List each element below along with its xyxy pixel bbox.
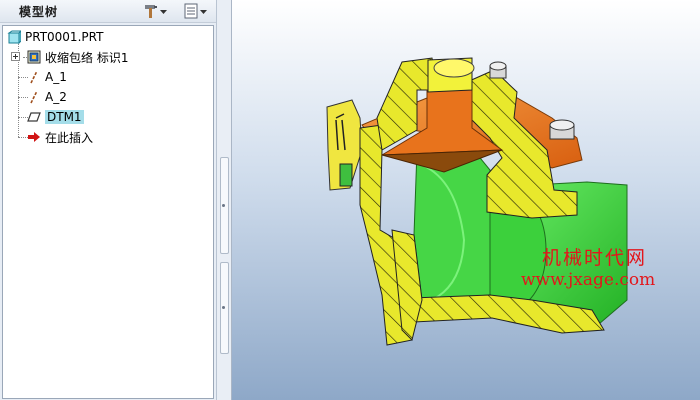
model-tree: PRT0001.PRT 收缩包络 标识1 A_1 A_2 DTM1 在此插入 bbox=[2, 25, 214, 399]
grip-dot-icon bbox=[222, 306, 225, 309]
tree-item-label: A_2 bbox=[45, 90, 67, 104]
tree-item-root[interactable]: PRT0001.PRT bbox=[7, 28, 103, 46]
bolt-top bbox=[489, 61, 507, 79]
inner-chamber bbox=[413, 147, 491, 301]
plus-icon bbox=[13, 54, 18, 59]
datum-plane-icon bbox=[27, 110, 41, 124]
watermark-text: 机械时代网 bbox=[542, 247, 648, 269]
datum-axis-icon bbox=[27, 90, 41, 104]
panel-header: 模型树 bbox=[0, 0, 216, 23]
bolt-right bbox=[549, 119, 575, 140]
expand-toggle[interactable] bbox=[11, 52, 20, 61]
panel-splitter[interactable] bbox=[217, 0, 232, 400]
datum-axis-icon bbox=[27, 70, 41, 84]
shrinkwrap-feature-icon bbox=[27, 50, 41, 64]
tree-settings-dropdown-button[interactable] bbox=[183, 2, 208, 19]
chevron-down-icon bbox=[160, 9, 167, 14]
valve-section-model[interactable] bbox=[232, 0, 700, 400]
left-port bbox=[339, 163, 353, 187]
panel-title: 模型树 bbox=[19, 5, 59, 19]
tree-item-label: PRT0001.PRT bbox=[25, 30, 104, 44]
grip-dot-icon bbox=[222, 204, 225, 207]
chevron-down-icon bbox=[200, 9, 207, 14]
watermark-url: www.jxage.com bbox=[521, 270, 656, 290]
tree-item-label: DTM1 bbox=[45, 110, 84, 124]
model-tree-panel: 模型树 PRT0001.PRT 收缩包络 标识1 A_1 A_2 DTM1 在此… bbox=[0, 0, 217, 400]
tree-item-a2[interactable]: A_2 bbox=[27, 88, 67, 106]
part-cube-icon bbox=[7, 29, 23, 45]
tree-item-dtm1[interactable]: DTM1 bbox=[27, 108, 84, 126]
tree-item-shrinkwrap[interactable]: 收缩包络 标识1 bbox=[27, 48, 128, 66]
tree-item-label: 收缩包络 标识1 bbox=[45, 50, 129, 65]
cap-top-face bbox=[433, 58, 475, 78]
tree-item-a1[interactable]: A_1 bbox=[27, 68, 67, 86]
tree-item-insert-here[interactable]: 在此插入 bbox=[27, 128, 93, 146]
tools-hammer-icon bbox=[145, 4, 157, 18]
tree-settings-icon bbox=[184, 3, 198, 18]
tree-item-label: A_1 bbox=[45, 70, 67, 84]
tools-dropdown-button[interactable] bbox=[143, 2, 168, 19]
graphics-window[interactable]: 机械时代网 www.jxage.com bbox=[232, 0, 700, 400]
insert-here-arrow-icon bbox=[27, 130, 41, 144]
tree-item-label: 在此插入 bbox=[45, 130, 94, 145]
